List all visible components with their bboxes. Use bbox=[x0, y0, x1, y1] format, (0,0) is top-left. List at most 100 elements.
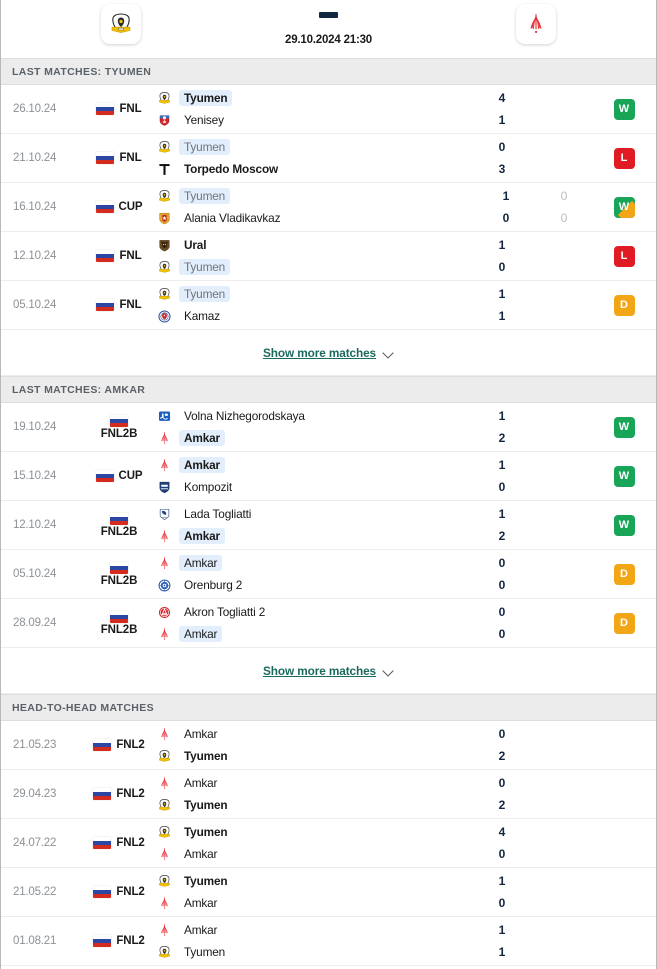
league-cell[interactable]: FNL2 bbox=[83, 770, 155, 818]
league-cell[interactable]: FNL2B bbox=[83, 599, 155, 647]
match-date: 12.10.24 bbox=[13, 250, 57, 262]
away-team-line[interactable]: Tyumen bbox=[157, 748, 472, 764]
away-team-line[interactable]: Amkar bbox=[157, 846, 472, 862]
home-team-line[interactable]: Tyumen bbox=[157, 873, 472, 889]
tyumen-crest-icon bbox=[157, 91, 172, 106]
score-spacer bbox=[532, 599, 592, 647]
away-team-line[interactable]: Orenburg 2 bbox=[157, 577, 472, 593]
show-more-matches-button[interactable]: Show more matches bbox=[263, 346, 394, 360]
away-team-name: Kompozit bbox=[184, 480, 232, 494]
tyumen-crest-icon bbox=[157, 189, 172, 204]
status-badge: L bbox=[613, 245, 635, 267]
away-team-line[interactable]: Tyumen bbox=[157, 797, 472, 813]
league-name: CUP bbox=[118, 201, 143, 213]
table-row[interactable]: 21.05.23 FNL2 Amkar Tyumen 0 2 bbox=[1, 721, 656, 770]
league-cell[interactable]: FNL2 bbox=[83, 868, 155, 916]
home-team-line[interactable]: Volna Nizhegorodskaya bbox=[157, 408, 472, 424]
away-team-line[interactable]: Yenisey bbox=[157, 112, 472, 128]
away-team-line[interactable]: Amkar bbox=[157, 895, 472, 911]
table-row[interactable]: 21.10.24 FNL Tyumen Torpedo Moscow 0 3 L bbox=[1, 134, 656, 183]
table-row[interactable]: 29.04.23 FNL2 Amkar Tyumen 0 2 bbox=[1, 770, 656, 819]
home-team-line[interactable]: Tyumen bbox=[157, 90, 472, 106]
away-team-line[interactable]: Kamaz bbox=[157, 308, 472, 324]
home-team-line[interactable]: Amkar bbox=[157, 922, 472, 938]
home-team-line[interactable]: Lada Togliatti bbox=[157, 506, 472, 522]
table-row[interactable]: 15.10.24 CUP Amkar Kompozit 1 0 W bbox=[1, 452, 656, 501]
result-cell: D bbox=[592, 281, 656, 329]
home-team-line[interactable]: Tyumen bbox=[157, 188, 476, 204]
league-cell[interactable]: FNL bbox=[83, 232, 155, 280]
away-team-line[interactable]: Tyumen bbox=[157, 944, 472, 960]
home-team-block[interactable] bbox=[1, 0, 241, 44]
table-row[interactable]: 12.10.24 FNL Ural Tyumen 1 0 L bbox=[1, 232, 656, 281]
league-cell[interactable]: FNL bbox=[83, 134, 155, 182]
league-cell[interactable]: FNL2 bbox=[83, 819, 155, 867]
result-letter: W bbox=[618, 201, 630, 213]
home-team-name: Amkar bbox=[179, 457, 225, 473]
amkar-crest-icon bbox=[157, 847, 172, 862]
table-row[interactable]: 01.08.21 FNL2 Amkar Tyumen 1 1 bbox=[1, 917, 656, 966]
table-row[interactable]: 16.10.24 CUP Tyumen Alania Vladikavkaz 1… bbox=[1, 183, 656, 232]
score-spacer bbox=[532, 281, 592, 329]
league-cell[interactable]: FNL2 bbox=[83, 721, 155, 769]
table-row[interactable]: 12.10.24 FNL2B Lada Togliatti Amkar 1 2 … bbox=[1, 501, 656, 550]
table-row[interactable]: 21.05.22 FNL2 Tyumen Amkar 1 0 bbox=[1, 868, 656, 917]
home-team-line[interactable]: Tyumen bbox=[157, 139, 472, 155]
result-cell bbox=[592, 770, 656, 818]
home-team-line[interactable]: Tyumen bbox=[157, 286, 472, 302]
league-cell[interactable]: FNL bbox=[83, 281, 155, 329]
match-date: 01.08.21 bbox=[13, 935, 57, 947]
home-team-line[interactable]: Amkar bbox=[157, 555, 472, 571]
home-score: 1 bbox=[502, 189, 510, 203]
table-row[interactable]: 19.10.24 FNL2B Volna Nizhegorodskaya Amk… bbox=[1, 403, 656, 452]
home-team-line[interactable]: Ural bbox=[157, 237, 472, 253]
table-row[interactable]: 24.07.22 FNL2 Tyumen Amkar 4 0 bbox=[1, 819, 656, 868]
show-more-wrap-last-matches-tyumen: Show more matches bbox=[1, 330, 656, 376]
away-team-line[interactable]: Torpedo Moscow bbox=[157, 161, 472, 177]
home-team-name: Amkar bbox=[184, 776, 218, 790]
home-team-line[interactable]: Tyumen bbox=[157, 824, 472, 840]
home-team-line[interactable]: Akron Togliatti 2 bbox=[157, 604, 472, 620]
table-row[interactable]: 05.10.24 FNL Tyumen Kamaz 1 1 D bbox=[1, 281, 656, 330]
league-name: FNL2 bbox=[116, 886, 145, 898]
home-team-line[interactable]: Amkar bbox=[157, 726, 472, 742]
away-team-block[interactable] bbox=[416, 0, 656, 44]
volna-nizhegorodskaya-icon bbox=[157, 409, 172, 424]
away-team-line[interactable]: Amkar bbox=[157, 528, 472, 544]
away-team-line[interactable]: Amkar bbox=[157, 430, 472, 446]
away-team-name: Amkar bbox=[179, 528, 225, 544]
away-team-line[interactable]: Alania Vladikavkaz bbox=[157, 210, 476, 226]
away-team-line[interactable]: Amkar bbox=[157, 626, 472, 642]
home-team-name: Volna Nizhegorodskaya bbox=[184, 409, 305, 423]
league-name: FNL bbox=[119, 250, 142, 262]
home-team-line[interactable]: Amkar bbox=[157, 775, 472, 791]
table-row[interactable]: 28.09.24 FNL2B Akron Togliatti 2 Amkar 0… bbox=[1, 599, 656, 648]
status-badge: W bbox=[613, 416, 635, 438]
away-score: 2 bbox=[498, 431, 506, 445]
result-cell: L bbox=[592, 134, 656, 182]
russia-flag-icon bbox=[93, 739, 112, 751]
home-team-line[interactable]: Amkar bbox=[157, 457, 472, 473]
home-score: 1 bbox=[498, 874, 506, 888]
league-cell[interactable]: FNL2 bbox=[83, 917, 155, 965]
ural-crest-icon bbox=[157, 238, 172, 253]
league-cell[interactable]: CUP bbox=[83, 452, 155, 500]
league-cell[interactable]: FNL2B bbox=[83, 403, 155, 451]
table-row[interactable]: 05.10.24 FNL2B Amkar Orenburg 2 0 0 D bbox=[1, 550, 656, 599]
league-cell[interactable]: FNL bbox=[83, 85, 155, 133]
league-cell[interactable]: FNL2B bbox=[83, 501, 155, 549]
match-date: 29.04.23 bbox=[13, 788, 57, 800]
section-title: LAST MATCHES: TYUMEN bbox=[12, 65, 152, 78]
league-cell[interactable]: CUP bbox=[83, 183, 155, 231]
match-date: 05.10.24 bbox=[13, 568, 57, 580]
league-cell[interactable]: FNL2B bbox=[83, 550, 155, 598]
away-team-line[interactable]: Tyumen bbox=[157, 259, 472, 275]
away-team-line[interactable]: Kompozit bbox=[157, 479, 472, 495]
home-team-name: Tyumen bbox=[179, 286, 231, 302]
teams-cell: Amkar Kompozit bbox=[155, 452, 472, 500]
home-team-name: Tyumen bbox=[179, 188, 231, 204]
score-cell: 0 0 bbox=[472, 599, 532, 647]
table-row[interactable]: 26.10.24 FNL Tyumen Yenisey 4 1 W bbox=[1, 85, 656, 134]
score-cell: 1 0 bbox=[476, 183, 536, 231]
show-more-matches-button[interactable]: Show more matches bbox=[263, 664, 394, 678]
